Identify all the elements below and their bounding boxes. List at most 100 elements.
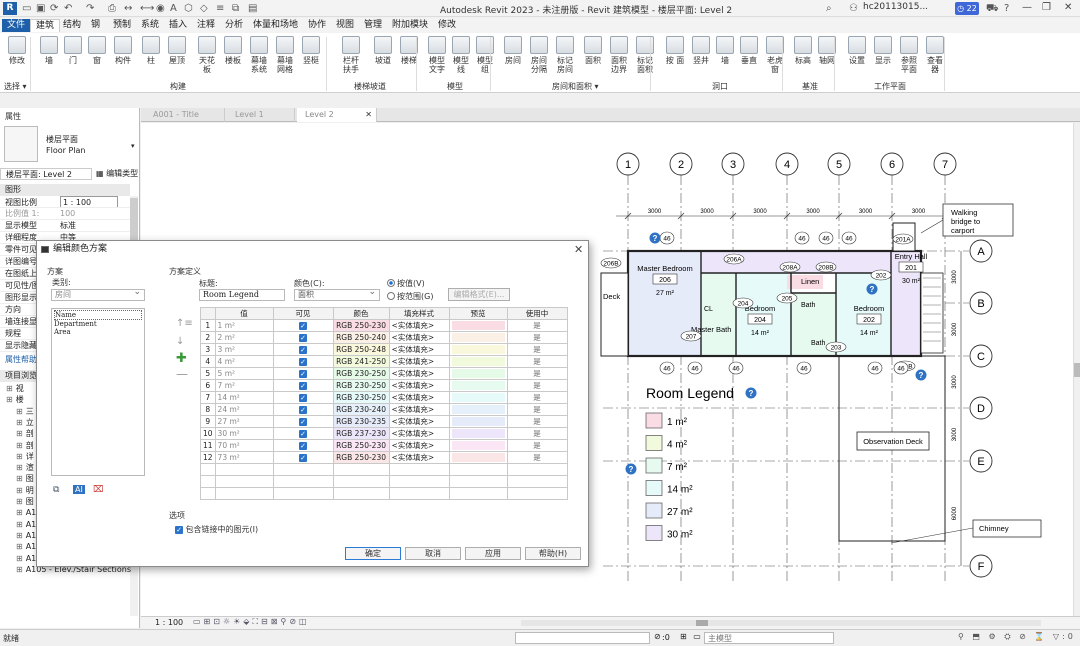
revit-logo-icon[interactable]: R [3,2,17,15]
row-visible-cell[interactable]: ✓ [272,451,334,464]
ribbon-tab-7[interactable]: 注释 [192,19,220,32]
grid-bubble-E[interactable]: E [969,449,993,473]
elevation-tag[interactable]: 46 [728,361,744,375]
legend-help-icon[interactable]: ? [745,387,757,399]
row-value[interactable]: 27 m² [214,415,274,428]
row-value[interactable]: 4 m² [214,355,274,368]
by-range-radio[interactable]: 按范围(G) [387,291,433,302]
edit-format-button[interactable]: 编辑格式(E)... [448,288,510,301]
help-icon[interactable]: ? [1004,3,1009,14]
visible-checkbox[interactable]: ✓ [299,346,308,354]
close-window-button[interactable]: ✕ [1064,2,1072,13]
grid-bubble-6[interactable]: 6 [880,152,904,176]
row-visible-cell[interactable]: ✓ [272,367,334,380]
property-row[interactable]: 显示模型 标准 [0,220,130,232]
row-fill-pattern[interactable]: <实体填充> [388,391,450,404]
row-visible-cell[interactable]: ✓ [272,415,334,428]
row-fill-pattern[interactable]: <实体填充> [388,343,450,356]
row-value[interactable]: 24 m² [214,403,274,416]
scheme-list-item[interactable]: Department [54,320,142,328]
ribbon-tab-10[interactable]: 协作 [303,19,331,32]
visible-checkbox[interactable]: ✓ [299,418,308,426]
table-row[interactable]: 8 24 m² ✓ RGB 230-240 <实体填充> 是 [200,403,568,416]
category-select[interactable]: 房间 [51,289,145,301]
row-visible-cell[interactable]: ✓ [272,391,334,404]
row-value[interactable]: 7 m² [214,379,274,392]
row-visible-cell[interactable]: ✓ [272,427,334,440]
row-color[interactable]: RGB 250-240 [332,331,390,344]
door-tag[interactable]: 201A [892,233,914,245]
row-color[interactable]: RGB 230-250 [332,379,390,392]
expand-icon[interactable]: ⊞ [16,531,23,540]
ribbon-tool-31[interactable]: 设置 [846,36,868,65]
view-tab-1[interactable]: Level 1 [227,108,295,122]
ribbon-tool-9[interactable]: 幕墙 系统 [248,36,270,74]
ribbon-tab-3[interactable]: 钢 [86,19,105,32]
row-color[interactable]: RGB 230-240 [332,403,390,416]
close-hidden-icon[interactable]: ⧉ [232,3,239,14]
undo-icon[interactable]: ↶ [64,3,72,14]
grid-bubble-D[interactable]: D [969,396,993,420]
ribbon-panel-label[interactable]: 基准 [802,81,818,92]
expand-icon[interactable]: ⊞ [16,429,23,438]
ribbon-panel-label[interactable]: 工作平面 [874,81,906,92]
grid-bubble-A[interactable]: A [969,239,993,263]
elevation-tag[interactable]: 46 [659,231,675,245]
ribbon-tool-4[interactable]: 构件 [112,36,134,65]
ribbon-tab-1[interactable]: 建筑 [30,19,61,32]
title-field[interactable]: Room Legend [199,289,285,301]
elevation-tag[interactable]: 46 [659,361,675,375]
grid-bubble-2[interactable]: 2 [669,152,693,176]
door-tag[interactable]: 202 [870,269,892,281]
row-visible-cell[interactable]: ✓ [272,343,334,356]
ribbon-tool-11[interactable]: 竖梃 [300,36,322,65]
row-value[interactable]: 1 m² [214,319,274,332]
row-value[interactable]: 70 m² [214,439,274,452]
property-row[interactable]: 视图比例 1 : 100 [0,196,130,208]
horizontal-scroll-thumb[interactable] [696,620,708,626]
property-row[interactable]: 比例值 1: 100 [0,208,130,220]
thin-lines-icon[interactable]: ≡ [216,3,224,14]
row-fill-pattern[interactable]: <实体填充> [388,379,450,392]
table-row[interactable]: 7 14 m² ✓ RGB 230-250 <实体填充> 是 [200,391,568,404]
grid-bubble-7[interactable]: 7 [933,152,957,176]
ribbon-tab-14[interactable]: 修改 [433,19,461,32]
view-scale[interactable]: 1 : 100 [155,618,183,627]
move-up-icon[interactable]: ↑≡ [176,318,193,329]
elevation-tag[interactable]: 46 [794,231,810,245]
ribbon-panel-label[interactable]: 选择 ▾ [4,81,27,92]
visible-checkbox[interactable]: ✓ [299,334,308,342]
room-legend[interactable]: Room Legend ? 1 m² 4 m² 7 m² 14 m² 27 m² 30 m² [645,385,757,541]
column-header[interactable]: 值 [214,307,274,320]
grid-bubble-3[interactable]: 3 [721,152,745,176]
main-model-combo[interactable]: 主模型 [704,632,834,644]
remove-value-icon[interactable]: — [176,367,188,381]
ribbon-tab-11[interactable]: 视图 [331,19,359,32]
elevation-tag[interactable]: 46 [818,231,834,245]
row-fill-pattern[interactable]: <实体填充> [388,451,450,464]
row-value[interactable]: 5 m² [214,367,274,380]
row-visible-cell[interactable]: ✓ [272,439,334,452]
visible-checkbox[interactable]: ✓ [299,430,308,438]
row-fill-pattern[interactable]: <实体填充> [388,415,450,428]
ribbon-panel-label[interactable]: 楼梯坡道 [354,81,386,92]
grid-bubble-5[interactable]: 5 [827,152,851,176]
ribbon-panel-label[interactable]: 房间和面积 ▾ [552,81,599,92]
ribbon-tab-4[interactable]: 预制 [108,19,136,32]
expand-icon[interactable]: ⊞ [16,542,23,551]
close-view-icon[interactable]: ✕ [365,108,372,122]
table-row[interactable]: 10 30 m² ✓ RGB 237-230 <实体填充> 是 [200,427,568,440]
delete-scheme-icon[interactable]: ⌧ [93,485,103,495]
ribbon-tool-2[interactable]: 门 [62,36,84,65]
cart-icon[interactable]: ⛟ [986,3,999,16]
ribbon-tool-34[interactable]: 查看器 [924,36,946,74]
design-option-icons[interactable]: ⊞ ▭ [680,632,703,641]
ribbon-tool-27[interactable]: 垂直 [738,36,760,65]
ribbon-tool-5[interactable]: 柱 [140,36,162,65]
elevation-tag[interactable]: 46 [893,361,909,375]
row-value[interactable]: 2 m² [214,331,274,344]
visible-checkbox[interactable]: ✓ [299,454,308,462]
door-tag[interactable]: 203 [825,341,847,353]
table-row[interactable]: 67 m² ✓ RGB 230-250 <实体填充> 是 [200,379,568,392]
ribbon-tool-32[interactable]: 显示 [872,36,894,65]
